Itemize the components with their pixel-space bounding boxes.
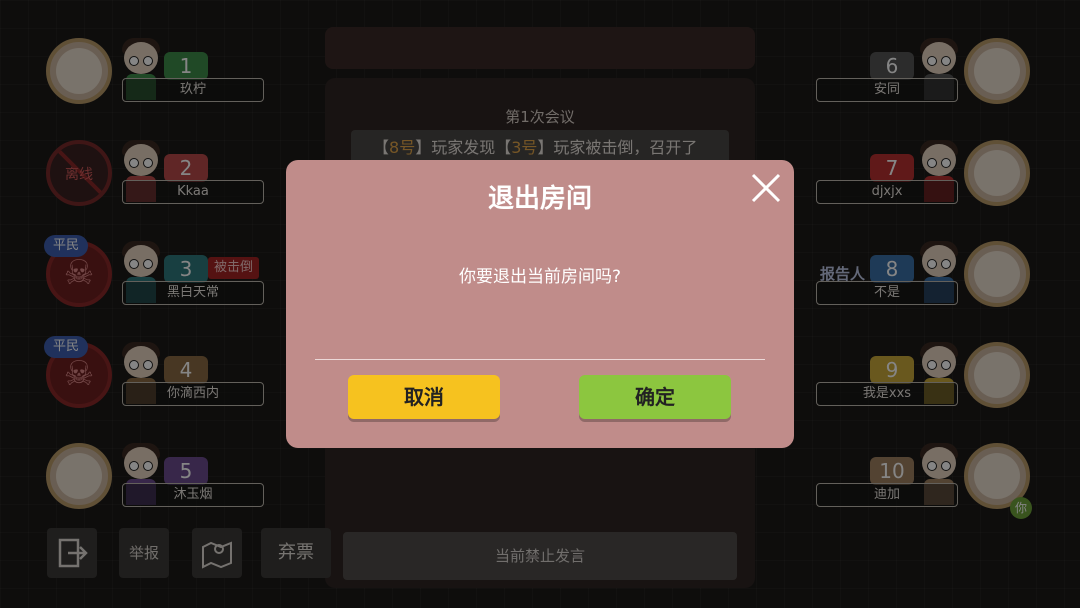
dialog-title: 退出房间: [487, 184, 592, 214]
close-icon: [751, 173, 781, 203]
dialog-message: 你要退出当前房间吗?: [458, 267, 622, 287]
confirm-button[interactable]: 确定: [579, 375, 731, 419]
cancel-button[interactable]: 取消: [348, 375, 500, 419]
exit-room-dialog: 退出房间 你要退出当前房间吗? 取消 确定: [286, 160, 794, 448]
dialog-divider: [315, 359, 765, 360]
close-button[interactable]: [750, 172, 782, 204]
